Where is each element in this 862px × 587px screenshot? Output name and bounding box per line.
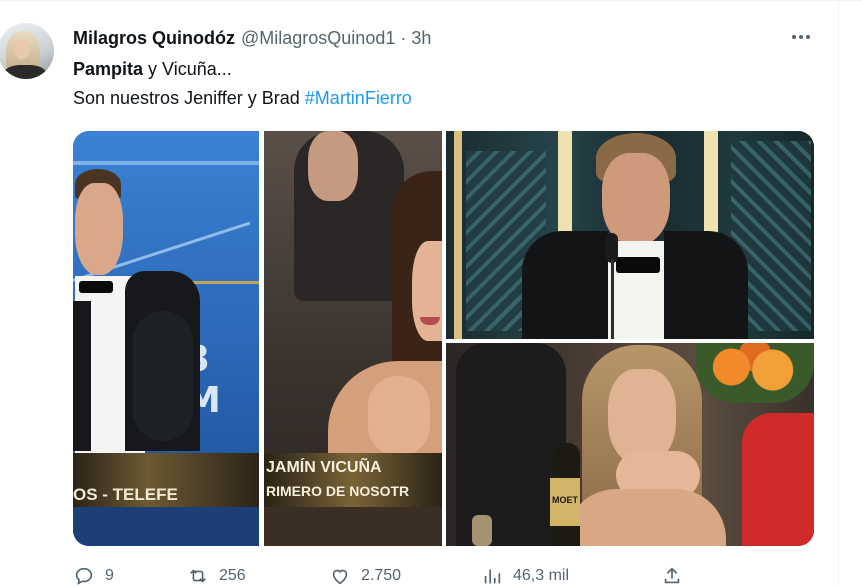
author-handle[interactable]: @MilagrosQuinod1: [241, 28, 395, 49]
views-count: 46,3 mil: [513, 567, 570, 584]
bottle-label-text: MOET: [552, 495, 578, 505]
like-count: 2.750: [361, 567, 402, 584]
lower-third-floor: [73, 507, 259, 546]
retweet-icon: [190, 569, 206, 583]
share-icon: [664, 567, 680, 584]
stage-stripe: [73, 161, 259, 165]
avatar-face: [14, 39, 30, 59]
media-image-host[interactable]: 3 M OS - TELEFE: [73, 131, 259, 546]
speaker-bowtie: [616, 257, 660, 273]
microphone-stand: [611, 259, 614, 339]
stage-light: [454, 131, 462, 339]
media-image-brad[interactable]: [446, 131, 814, 339]
media-grid[interactable]: 3 M OS - TELEFE JAMÍN VICUÑA RIMERO DE N…: [73, 131, 814, 546]
tweet-header: Milagros Quinodóz @MilagrosQuinod1 · 3h: [73, 27, 431, 49]
woman-shoulders: [566, 489, 726, 546]
background-person-face: [308, 131, 358, 201]
views-icon: [484, 569, 501, 584]
like-button[interactable]: 2.750: [329, 565, 481, 587]
share-button[interactable]: [661, 565, 683, 587]
host-bowtie: [79, 281, 113, 293]
reply-count: 9: [105, 567, 114, 584]
timeline-border: [838, 0, 839, 585]
more-icon[interactable]: [786, 26, 816, 48]
woman-hands: [368, 376, 430, 456]
more-dot: [799, 35, 803, 39]
tweet-text-line-1: Pampita y Vicuña...: [73, 59, 232, 80]
speaker-face: [602, 153, 670, 245]
mention-bold: Pampita: [73, 59, 144, 79]
views-button[interactable]: 46,3 mil: [481, 565, 661, 587]
tweet-text-line-2: Son nuestros Jeniffer y Brad #MartinFier…: [73, 88, 412, 109]
reply-icon: [75, 567, 93, 585]
tweet-time[interactable]: 3h: [411, 28, 431, 49]
retweet-count: 256: [219, 567, 246, 584]
avatar-body: [4, 65, 46, 79]
retweet-button[interactable]: 256: [187, 565, 329, 587]
author-name[interactable]: Milagros Quinodóz: [73, 28, 235, 49]
speaker-jacket: [522, 231, 608, 339]
reply-button[interactable]: 9: [73, 565, 187, 587]
tweet-text-rest: y Vicuña...: [143, 59, 232, 79]
lower-third-name: JAMÍN VICUÑA: [266, 459, 382, 476]
lower-third-text: OS - TELEFE: [73, 485, 178, 504]
tweet-actions: 9 256 2.750 46,3 mil: [73, 565, 683, 587]
red-dress-guest: [742, 413, 814, 546]
host-face: [75, 183, 123, 275]
lower-third-subtitle: RIMERO DE NOSOTR: [266, 483, 410, 499]
media-image-pampita[interactable]: JAMÍN VICUÑA RIMERO DE NOSOTR: [264, 131, 442, 546]
more-dot: [792, 35, 796, 39]
lower-third-floor: [264, 507, 442, 546]
woman-face: [412, 241, 442, 341]
top-divider: [0, 0, 862, 1]
speaker-jacket: [664, 231, 748, 339]
media-image-jennifer[interactable]: MOET: [446, 343, 814, 546]
more-dot: [806, 35, 810, 39]
host-sleeve: [133, 311, 193, 441]
flower-arrangement: [696, 343, 814, 403]
avatar[interactable]: [0, 23, 54, 79]
tweet-text: Son nuestros Jeniffer y Brad: [73, 88, 305, 108]
like-icon: [332, 569, 348, 585]
hashtag-link[interactable]: #MartinFierro: [305, 88, 412, 108]
wine-glass: [472, 515, 492, 546]
host-jacket: [73, 301, 91, 451]
separator-dot: ·: [400, 27, 407, 48]
